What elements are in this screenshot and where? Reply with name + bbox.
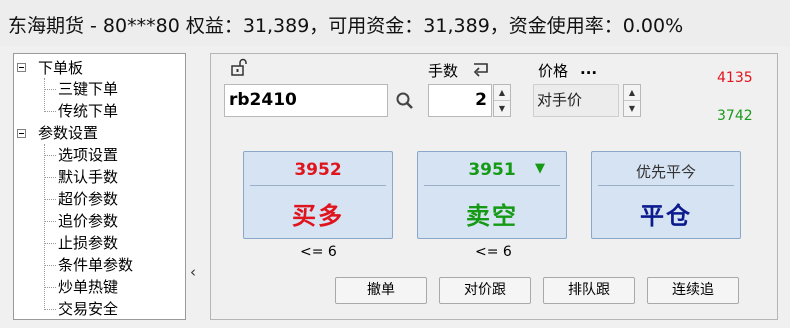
price-stepper[interactable]: ▲ ▼ bbox=[623, 84, 641, 117]
tree-item-conditional-order[interactable]: 条件单参数 bbox=[58, 255, 133, 275]
quantity-stepper[interactable]: ▲ ▼ bbox=[493, 84, 511, 117]
tree-item-stop-loss[interactable]: 止损参数 bbox=[58, 233, 118, 253]
account-summary: 东海期货 - 80***80 权益：31,389，可用资金：31,389，资金使… bbox=[8, 15, 684, 37]
collapse-icon[interactable] bbox=[17, 129, 26, 138]
buy-limit: <= 6 bbox=[300, 244, 337, 260]
collapse-icon[interactable] bbox=[17, 63, 26, 72]
triangle-down-icon: ▼ bbox=[535, 161, 545, 176]
close-mode: 优先平今 bbox=[635, 163, 696, 181]
close-position-button[interactable]: 优先平今 平仓 bbox=[591, 151, 741, 239]
account-header: 东海期货 - 80***80 权益：31,389，可用资金：31,389，资金使… bbox=[0, 0, 790, 46]
return-icon[interactable] bbox=[470, 60, 492, 78]
tree-item-three-key-order[interactable]: 三键下单 bbox=[58, 79, 118, 99]
price-mode-field[interactable]: 对手价 bbox=[533, 84, 619, 117]
tree-item-trading-security[interactable]: 交易安全 bbox=[58, 299, 118, 319]
sell-label: 卖空 bbox=[466, 201, 518, 230]
unlock-icon[interactable] bbox=[230, 58, 250, 76]
follow-counter-price-button[interactable]: 对价跟 bbox=[439, 277, 531, 304]
tree-item-chase-price[interactable]: 追价参数 bbox=[58, 211, 118, 231]
arrow-up-icon[interactable]: ▲ bbox=[494, 85, 510, 101]
tree-item-traditional-order[interactable]: 传统下单 bbox=[58, 101, 118, 121]
price-label: 价格 bbox=[538, 62, 569, 80]
settings-tree[interactable]: 下单板 三键下单 传统下单 参数设置 选项设置 默认手数 超价参数 追价参数 止… bbox=[13, 53, 186, 320]
arrow-down-icon[interactable]: ▼ bbox=[494, 101, 510, 116]
quantity-value: 2 bbox=[475, 90, 487, 110]
ask-price: 4135 bbox=[717, 70, 753, 86]
quantity-label: 手数 bbox=[428, 62, 459, 80]
arrow-up-icon[interactable]: ▲ bbox=[624, 85, 640, 101]
chevron-left-icon[interactable]: ‹ bbox=[186, 262, 200, 282]
tree-item-default-quantity[interactable]: 默认手数 bbox=[58, 167, 118, 187]
arrow-down-icon[interactable]: ▼ bbox=[624, 101, 640, 116]
symbol-input[interactable]: rb2410 bbox=[224, 84, 388, 117]
search-icon[interactable] bbox=[395, 91, 415, 111]
tree-group-order-board[interactable]: 下单板 bbox=[38, 58, 83, 78]
buy-price: 3952 bbox=[294, 160, 342, 180]
sell-limit: <= 6 bbox=[475, 244, 512, 260]
symbol-value: rb2410 bbox=[229, 90, 297, 110]
price-mode-value: 对手价 bbox=[537, 91, 583, 109]
close-label: 平仓 bbox=[640, 201, 692, 230]
follow-queue-price-button[interactable]: 排队跟 bbox=[543, 277, 635, 304]
quantity-input[interactable]: 2 bbox=[428, 84, 492, 117]
buy-label: 买多 bbox=[292, 201, 344, 230]
price-more-button[interactable]: ... bbox=[580, 60, 597, 78]
tree-item-hotkeys[interactable]: 炒单热键 bbox=[58, 277, 118, 297]
tree-item-options[interactable]: 选项设置 bbox=[58, 145, 118, 165]
cancel-order-button[interactable]: 撤单 bbox=[335, 277, 427, 304]
sell-short-button[interactable]: 3951 ▼ 卖空 bbox=[417, 151, 567, 239]
bid-price: 3742 bbox=[717, 108, 753, 124]
tree-group-parameters[interactable]: 参数设置 bbox=[38, 123, 98, 143]
buy-long-button[interactable]: 3952 买多 bbox=[243, 151, 393, 239]
tree-item-over-price[interactable]: 超价参数 bbox=[58, 189, 118, 209]
continuous-chase-button[interactable]: 连续追 bbox=[647, 277, 739, 304]
